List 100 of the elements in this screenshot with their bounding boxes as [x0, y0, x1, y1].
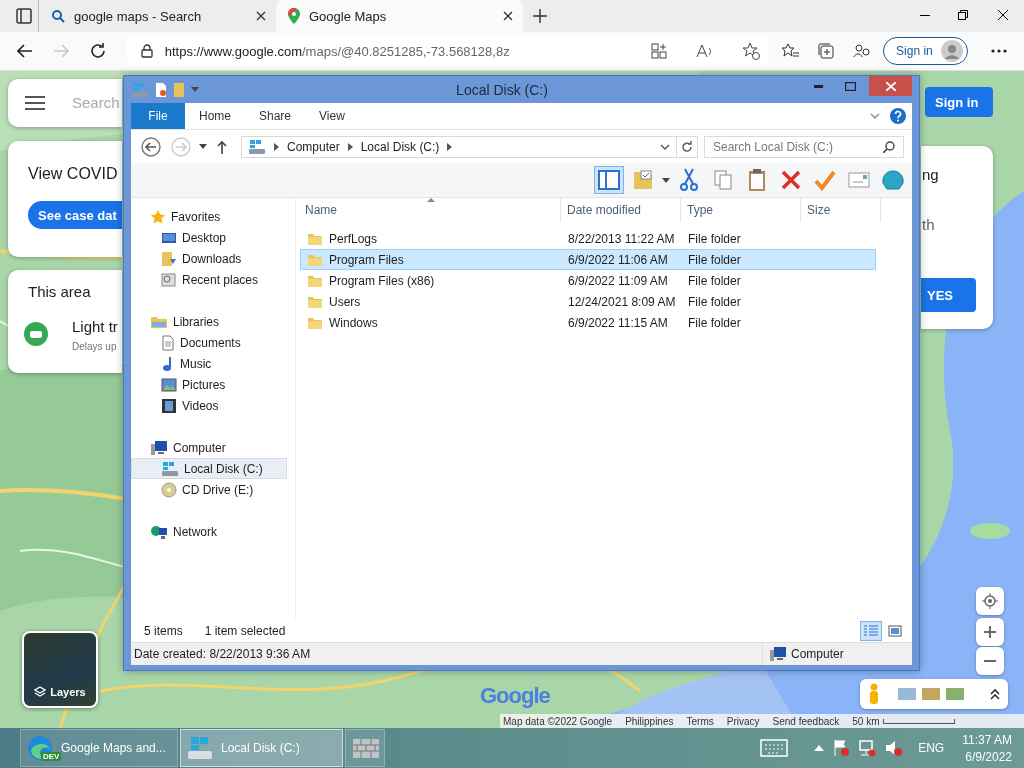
yes-button[interactable]: YES [921, 278, 976, 312]
downloads-icon [161, 250, 177, 267]
collections-glyph-icon [816, 42, 835, 60]
type-cell: File folder [688, 273, 741, 288]
avatar-icon [940, 40, 963, 62]
arrow-left-icon [17, 44, 34, 58]
sign-in-button[interactable]: Sign in [925, 87, 993, 117]
column-header[interactable]: Size [801, 198, 881, 222]
type-cell: File folder [688, 231, 741, 246]
breadcrumb-item[interactable]: Local Disk (C:) [360, 139, 440, 154]
drive-icon [131, 81, 149, 98]
date-cell: 6/9/2022 11:06 AM [568, 252, 668, 267]
nav-item[interactable]: Documents [131, 332, 287, 353]
toolbar-button[interactable] [594, 166, 624, 194]
layers-icon [34, 686, 47, 698]
pictures-icon [161, 377, 177, 392]
nav-item[interactable]: Downloads [131, 248, 287, 269]
attribution-text: Map data ©2022 Google [503, 716, 613, 727]
footer-link[interactable]: Philippines [625, 716, 674, 727]
imagery-thumbnail[interactable] [898, 688, 916, 700]
preview-pane-icon [598, 170, 620, 190]
ribbon-tab[interactable]: View [305, 103, 359, 129]
item-count: 5 items [144, 623, 183, 638]
document-icon [161, 334, 175, 351]
search-placeholder: Search Local Disk (C:) [713, 139, 834, 154]
nav-item[interactable]: Pictures [131, 374, 287, 395]
file-row[interactable]: Users 12/24/2021 8:09 AM File folder [300, 291, 876, 312]
breadcrumb-item[interactable]: Computer [287, 139, 340, 154]
clipboard-icon [747, 168, 767, 192]
imagery-thumbnail[interactable] [946, 688, 964, 700]
file-name: Program Files (x86) [329, 273, 435, 288]
url-path: /maps/@40.8251285,-73.568128,8z [302, 43, 510, 59]
my-location-button[interactable] [976, 587, 1004, 615]
desktop-icon [161, 230, 177, 245]
close-icon [998, 10, 1008, 20]
people-icon [852, 42, 871, 60]
file-row[interactable]: Program Files (x86) 6/9/2022 11:09 AM File folder [300, 270, 876, 291]
address-field[interactable]: Computer Local Disk (C:) [241, 135, 677, 158]
scissors-icon [680, 168, 698, 192]
footer-link[interactable]: Terms [686, 716, 714, 727]
address-bar[interactable]: https://www.google.com/maps/@40.8251285,-73.568128,8z [126, 36, 769, 66]
zoom-in-button[interactable] [976, 618, 1004, 646]
ribbon-tab[interactable]: Home [185, 103, 245, 129]
date-cell: 12/24/2021 8:09 AM [568, 294, 676, 309]
refresh-icon [681, 140, 693, 153]
browser-tab[interactable]: Google Maps [276, 0, 523, 32]
nav-item[interactable]: Libraries [131, 311, 287, 332]
computer-icon [150, 439, 168, 456]
search-field[interactable]: Search Local Disk (C:) [704, 135, 904, 158]
footer-link[interactable]: Privacy [726, 716, 760, 727]
brick-wall-icon [352, 736, 380, 760]
restore-icon [958, 10, 968, 20]
map-logo: Google [480, 683, 550, 709]
clock-date: 6/9/2022 [965, 749, 1012, 764]
date-cell: 8/22/2013 11:22 AM [568, 231, 675, 246]
column-header[interactable]: Type [681, 198, 801, 222]
case-data-button[interactable]: See case dat [28, 201, 122, 229]
film-icon [161, 397, 177, 414]
file-row[interactable]: PerfLogs 8/22/2013 11:22 AM File folder [300, 228, 876, 249]
minimize-icon [813, 84, 823, 88]
nav-item[interactable]: Favorites [131, 206, 287, 227]
location-text: Computer [791, 647, 844, 661]
imagery-thumbnail[interactable] [922, 688, 940, 700]
show-hidden-icon [814, 745, 825, 751]
view-button[interactable] [860, 620, 882, 641]
nav-item[interactable]: Computer [131, 437, 287, 458]
column-header[interactable]: Date modified [561, 198, 681, 222]
file-row[interactable]: Program Files 6/9/2022 11:06 AM File folder [300, 249, 876, 270]
ribbon-tab[interactable]: Share [245, 103, 306, 129]
large-icons-view-icon [888, 624, 902, 637]
nav-item[interactable]: Local Disk (C:) [131, 458, 287, 479]
nav-item[interactable]: Recent places [131, 269, 287, 290]
network-icon [858, 739, 877, 757]
close-icon [885, 81, 896, 91]
close-button[interactable] [869, 76, 912, 96]
nav-item[interactable]: CD Drive (E:) [131, 479, 287, 500]
refresh-button[interactable] [676, 135, 698, 158]
dots-icon [990, 49, 1007, 53]
double-chevron-icon [990, 688, 1000, 700]
nav-item[interactable]: Desktop [131, 227, 287, 248]
details-text: Date created: 8/22/2013 9:36 AM [134, 647, 311, 661]
type-cell: File folder [688, 315, 741, 330]
search-placeholder: Search [72, 94, 120, 111]
file-row[interactable]: Windows 6/9/2022 11:15 AM File folder [300, 312, 876, 333]
layers-button[interactable]: Layers [22, 631, 98, 708]
zoom-out-button[interactable] [976, 647, 1004, 675]
nav-item[interactable]: Network [131, 521, 287, 542]
folder-icon [307, 273, 323, 288]
folder-icon [307, 231, 323, 246]
nav-item[interactable]: Music [131, 353, 287, 374]
footer-link[interactable]: Send feedback [772, 716, 840, 727]
tab-title: google maps - Search [74, 8, 203, 24]
computer-icon [769, 646, 787, 662]
sign-in-button[interactable]: Sign in [883, 37, 968, 65]
delete-icon [780, 169, 802, 191]
file-tab[interactable]: File [131, 103, 185, 129]
card-title: View COVID [28, 165, 118, 183]
date-cell: 6/9/2022 11:09 AM [568, 273, 668, 288]
date-cell: 6/9/2022 11:15 AM [568, 315, 668, 330]
nav-item[interactable]: Videos [131, 395, 287, 416]
